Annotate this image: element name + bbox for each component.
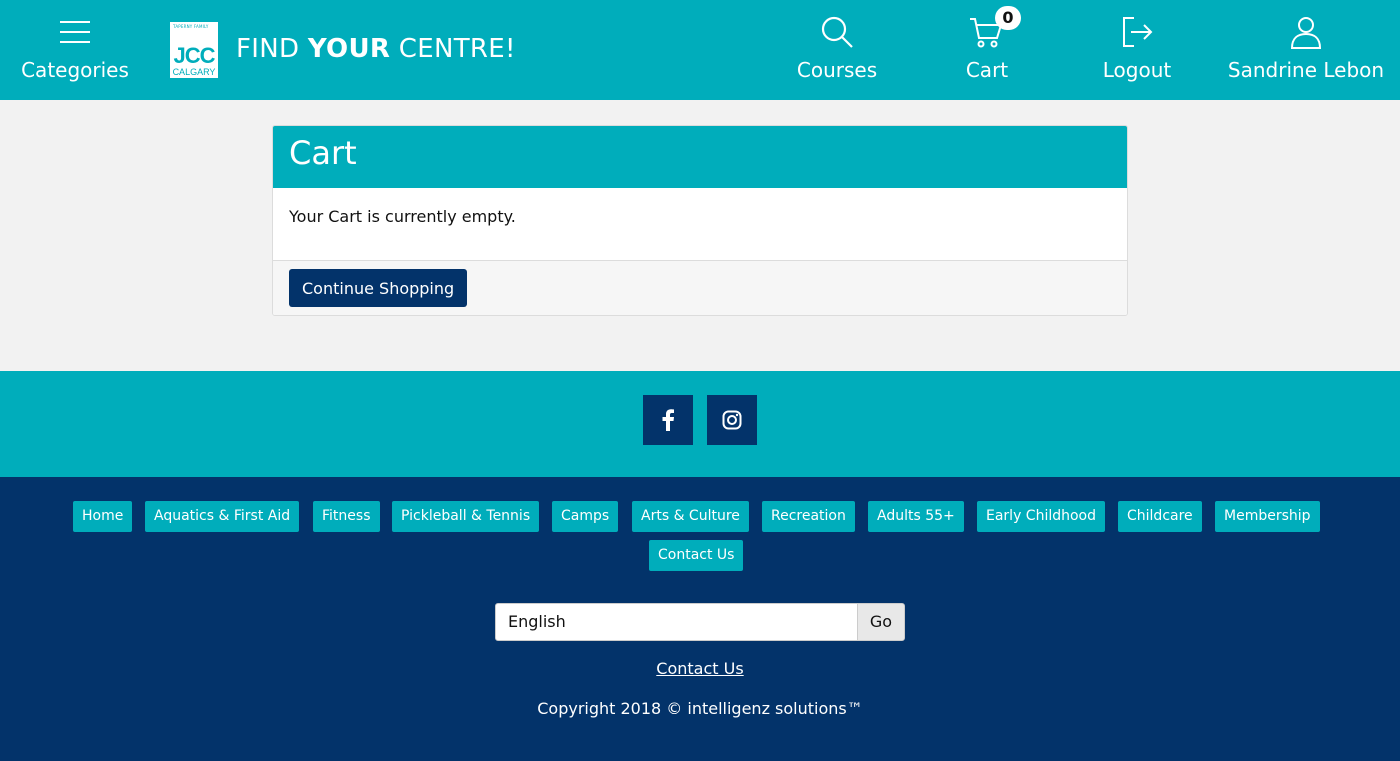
footer-link-recreation[interactable]: Recreation (762, 501, 855, 532)
cart-card-body: Your Cart is currently empty. (273, 188, 1127, 261)
footer-link-early-childhood[interactable]: Early Childhood (977, 501, 1106, 532)
continue-shopping-button[interactable]: Continue Shopping (289, 269, 468, 307)
footer-link-home[interactable]: Home (73, 501, 133, 532)
logo-sub-text: CALGARY (172, 67, 216, 77)
facebook-link[interactable] (643, 395, 693, 445)
instagram-icon (722, 410, 742, 430)
footer-link-pickleball[interactable]: Pickleball & Tennis (392, 501, 540, 532)
logout-nav-button[interactable]: Logout (1087, 0, 1187, 100)
site-tagline: FIND YOUR CENTRE! (236, 34, 516, 64)
user-icon (1290, 17, 1322, 49)
footer-link-arts[interactable]: Arts & Culture (632, 501, 749, 532)
language-go-button[interactable]: Go (857, 603, 905, 641)
language-select[interactable]: English (495, 603, 858, 641)
footer-link-camps[interactable]: Camps (552, 501, 619, 532)
instagram-link[interactable] (707, 395, 757, 445)
site-footer: Home Aquatics & First Aid Fitness Pickle… (0, 477, 1400, 761)
cart-title: Cart (289, 134, 357, 172)
cart-card: Cart Your Cart is currently empty. Conti… (272, 125, 1128, 316)
hamburger-icon (60, 21, 90, 43)
footer-contact-link[interactable]: Contact Us (656, 659, 743, 678)
footer-link-fitness[interactable]: Fitness (313, 501, 380, 532)
user-name: Sandrine Lebon (1227, 58, 1385, 82)
social-strip (0, 371, 1400, 477)
cart-card-header: Cart (273, 126, 1127, 188)
top-header: Categories TAPERNY FAMILY JCC CALGARY FI… (0, 0, 1400, 100)
tagline-suffix: CENTRE! (390, 34, 516, 64)
courses-nav-button[interactable]: Courses (787, 0, 887, 100)
categories-menu-button[interactable]: Categories (20, 0, 130, 100)
search-icon (821, 16, 853, 48)
footer-link-contact[interactable]: Contact Us (649, 540, 744, 571)
footer-link-aquatics[interactable]: Aquatics & First Aid (145, 501, 300, 532)
logo-top-text: TAPERNY FAMILY (173, 24, 209, 29)
categories-label: Categories (21, 58, 129, 82)
copyright-text: Copyright 2018 © intelligenz solutions™ (537, 699, 863, 718)
cart-card-footer: Continue Shopping (273, 261, 1127, 315)
courses-label: Courses (796, 58, 878, 82)
footer-link-adults[interactable]: Adults 55+ (868, 501, 964, 532)
tagline-prefix: FIND (236, 34, 308, 64)
user-profile-button[interactable]: Sandrine Lebon (1222, 0, 1390, 100)
logo-main-text: JCC (173, 43, 215, 68)
cart-empty-message: Your Cart is currently empty. (289, 207, 516, 226)
cart-label: Cart (965, 58, 1009, 82)
tagline-bold: YOUR (307, 34, 391, 64)
footer-link-childcare[interactable]: Childcare (1118, 501, 1202, 532)
footer-link-membership[interactable]: Membership (1215, 501, 1320, 532)
cart-nav-button[interactable]: 0 Cart (937, 0, 1037, 100)
cart-count-badge: 0 (995, 6, 1021, 30)
facebook-icon (662, 409, 674, 431)
jcc-logo[interactable]: TAPERNY FAMILY JCC CALGARY (170, 22, 218, 78)
footer-contact-container: Contact Us (0, 659, 1400, 678)
logout-icon (1123, 17, 1153, 47)
logout-label: Logout (1102, 58, 1172, 82)
